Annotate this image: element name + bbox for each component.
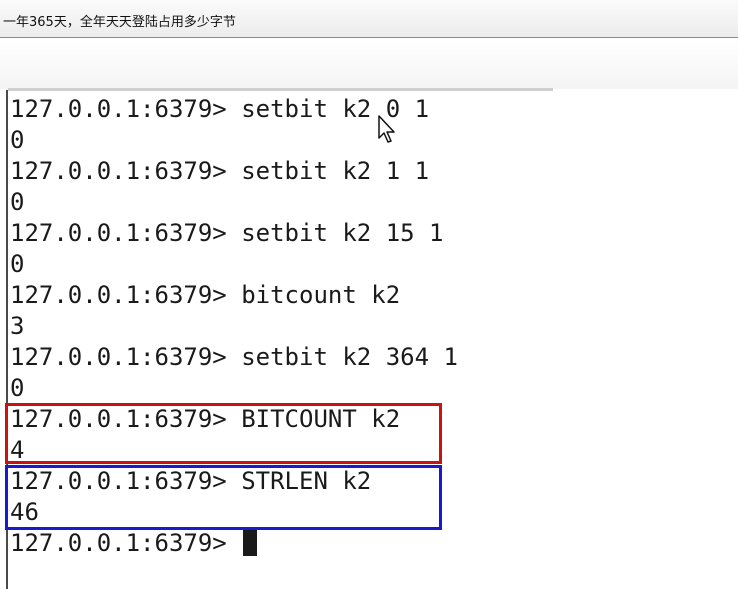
command-line: 127.0.0.1:6379> setbit k2 1 1	[10, 156, 730, 187]
command-text: setbit k2 1 1	[241, 157, 430, 185]
command-line: 127.0.0.1:6379> setbit k2 15 1	[10, 218, 730, 249]
command-output: 0	[10, 374, 25, 402]
prompt: 127.0.0.1:6379>	[10, 219, 227, 247]
command-text: setbit k2 0 1	[241, 95, 430, 123]
command-line: 127.0.0.1:6379> bitcount k2	[10, 280, 730, 311]
text-cursor	[243, 529, 258, 556]
mouse-pointer-icon	[378, 115, 395, 143]
blue-highlight-box	[5, 465, 442, 530]
input-line[interactable]: 127.0.0.1:6379>	[10, 528, 730, 559]
window-title: 一年365天，全年天天登陆占用多少字节	[3, 15, 236, 30]
command-output: 0	[10, 188, 25, 216]
command-text: setbit k2 15 1	[241, 219, 444, 247]
prompt: 127.0.0.1:6379>	[10, 157, 227, 185]
command-text: bitcount k2	[241, 281, 401, 309]
toolbar-area	[0, 39, 738, 89]
title-bar: 一年365天，全年天天登陆占用多少字节	[0, 0, 738, 38]
command-line: 127.0.0.1:6379> setbit k2 0 1	[10, 94, 730, 125]
prompt: 127.0.0.1:6379>	[10, 343, 227, 371]
red-highlight-box	[5, 403, 442, 464]
command-output: 0	[10, 126, 25, 154]
screen: 一年365天，全年天天登陆占用多少字节 127.0.0.1:6379> setb…	[0, 0, 738, 589]
command-line: 127.0.0.1:6379> setbit k2 364 1	[10, 342, 730, 373]
prompt: 127.0.0.1:6379>	[10, 95, 227, 123]
terminal-top-border	[8, 88, 553, 91]
command-text: setbit k2 364 1	[241, 343, 458, 371]
command-output: 3	[10, 312, 25, 340]
command-output: 0	[10, 250, 25, 278]
prompt: 127.0.0.1:6379>	[10, 529, 227, 557]
prompt: 127.0.0.1:6379>	[10, 281, 227, 309]
